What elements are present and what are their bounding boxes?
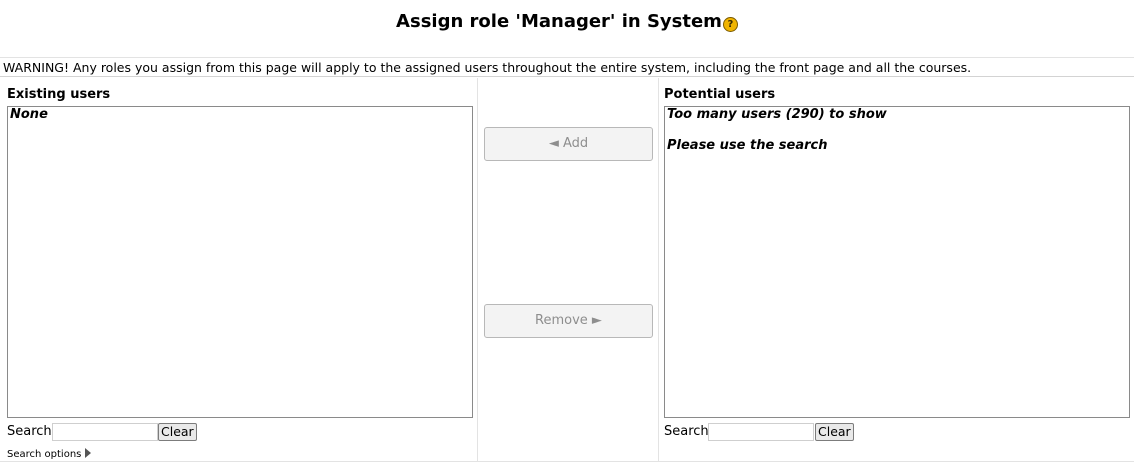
page-title-text: Assign role 'Manager' in System [396, 11, 722, 32]
list-item: Please use the search [667, 138, 828, 153]
potential-clear-button[interactable]: Clear [815, 423, 854, 441]
list-item: Too many users (290) to show [667, 107, 887, 122]
search-options-toggle[interactable]: Search options [7, 448, 92, 460]
expand-triangle-icon [85, 448, 92, 458]
list-item[interactable]: None [8, 107, 472, 123]
add-button[interactable]: ◄ Add [484, 127, 653, 161]
existing-users-list[interactable]: None [7, 106, 473, 418]
potential-search-label: Search [664, 424, 709, 439]
potential-search-input[interactable] [708, 423, 814, 441]
existing-clear-button[interactable]: Clear [158, 423, 197, 441]
remove-button[interactable]: Remove ► [484, 304, 653, 338]
help-icon[interactable]: ? [722, 17, 738, 32]
system-warning: WARNING! Any roles you assign from this … [0, 57, 1134, 77]
potential-users-list[interactable]: Too many users (290) to show Please use … [664, 106, 1130, 418]
existing-users-label: Existing users [7, 87, 111, 102]
page-title: Assign role 'Manager' in System? [0, 11, 1134, 32]
column-divider-right [658, 78, 659, 461]
list-item-spacer [665, 123, 1129, 138]
existing-search-input[interactable] [52, 423, 158, 441]
column-divider-left [477, 78, 478, 461]
potential-users-label: Potential users [664, 87, 776, 102]
search-options-label: Search options [7, 449, 82, 460]
existing-search-label: Search [7, 424, 52, 439]
